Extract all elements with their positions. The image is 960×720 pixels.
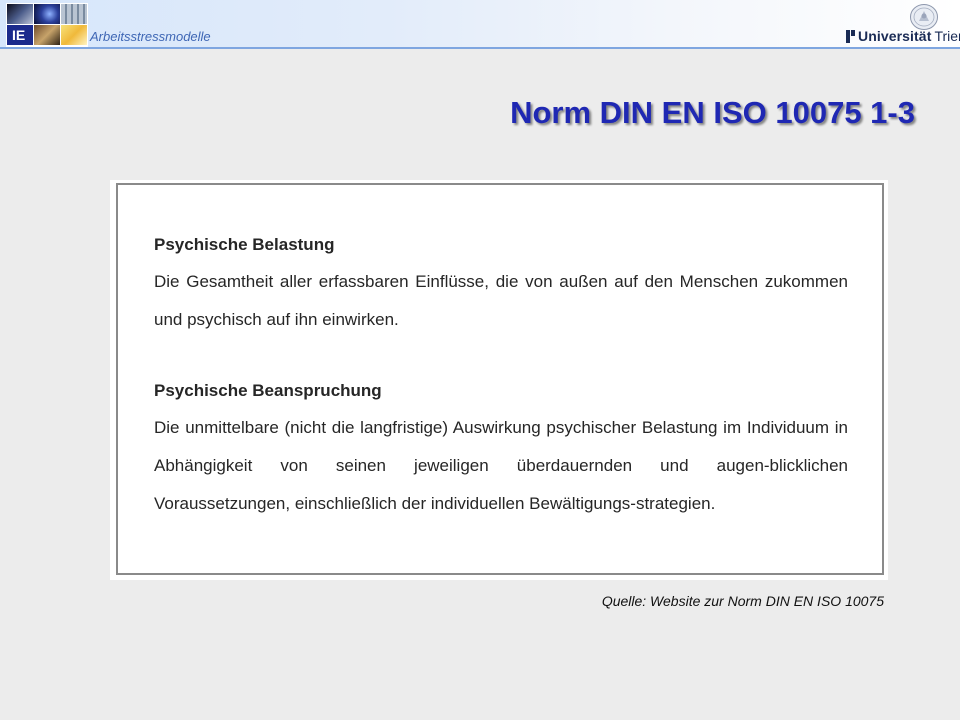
source-citation: Quelle: Website zur Norm DIN EN ISO 1007… (601, 593, 884, 609)
definition-text: Die unmittelbare (nicht die langfristige… (154, 418, 848, 513)
definition-content: Psychische Belastung Die Gesamtheit alle… (154, 227, 848, 523)
definition-term: Psychische Belastung (154, 235, 335, 254)
collage-tile (34, 4, 60, 24)
university-city: Trier (934, 28, 960, 44)
definition-text: Die Gesamtheit aller erfassbaren Einflüs… (154, 272, 848, 329)
definition-term: Psychische Beanspruchung (154, 381, 382, 400)
university-logo: Universität Trier (846, 28, 960, 44)
collage-tile (7, 25, 33, 45)
collage-tile (7, 4, 33, 24)
collage-tile (61, 4, 87, 24)
collage-tile (34, 25, 60, 45)
collage-tile (61, 25, 87, 45)
definition-box: Psychische Belastung Die Gesamtheit alle… (116, 183, 884, 575)
slide-title: Norm DIN EN ISO 10075 1-3 (510, 95, 915, 130)
university-name: Universität (858, 28, 932, 44)
header-divider (0, 47, 960, 49)
university-logo-mark-icon (846, 29, 855, 43)
section-label: Arbeitsstressmodelle (90, 29, 211, 44)
definition-spacer (154, 339, 848, 373)
university-seal-icon (910, 4, 938, 30)
header-photo-collage-icon (6, 3, 88, 47)
